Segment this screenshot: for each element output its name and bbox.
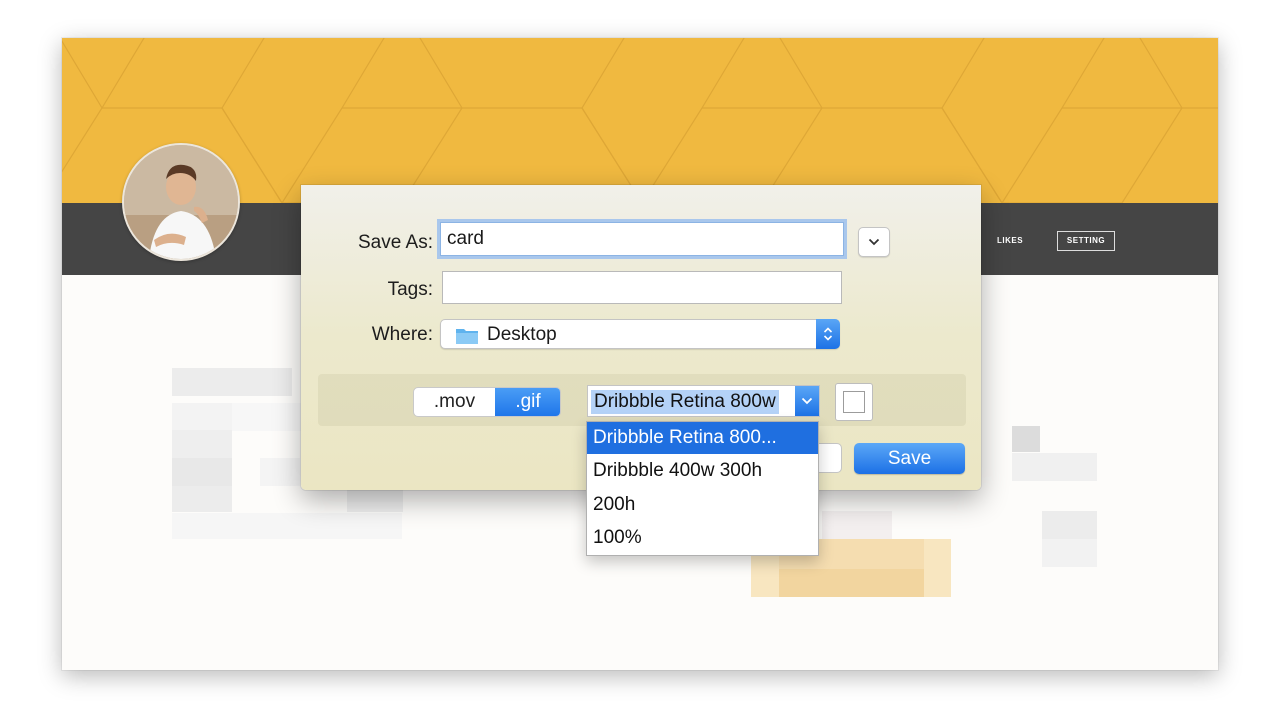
preset-dropdown-menu: Dribbble Retina 800... Dribbble 400w 300…	[586, 421, 819, 556]
folder-icon	[455, 327, 479, 350]
chevron-down-icon	[795, 386, 819, 416]
nav-likes-link[interactable]: LIKES	[997, 236, 1023, 245]
expand-dialog-button[interactable]	[858, 227, 890, 257]
save-as-label: Save As:	[358, 232, 433, 253]
format-mov-segment[interactable]: .mov	[414, 388, 495, 416]
format-segmented-control: .mov .gif	[413, 387, 561, 417]
save-button[interactable]: Save	[854, 443, 965, 474]
tags-label: Tags:	[387, 279, 433, 300]
nav-setting-button[interactable]: SETTING	[1057, 231, 1115, 251]
where-popup[interactable]: Desktop	[440, 319, 840, 349]
preset-menu-item[interactable]: 200h	[587, 489, 818, 521]
preset-dropdown[interactable]: Dribbble Retina 800w	[587, 385, 820, 417]
save-as-input[interactable]	[440, 222, 844, 256]
preset-menu-item[interactable]: Dribbble Retina 800...	[587, 422, 818, 454]
preset-selected-value: Dribbble Retina 800w	[591, 390, 779, 414]
format-gif-segment[interactable]: .gif	[495, 388, 560, 416]
avatar-photo	[124, 145, 238, 259]
chevron-down-icon	[868, 238, 880, 246]
updown-arrows-icon	[816, 319, 840, 349]
tags-input[interactable]	[442, 271, 842, 304]
profile-avatar[interactable]	[122, 143, 240, 261]
preset-menu-item[interactable]: 100%	[587, 522, 818, 554]
preset-menu-item[interactable]: Dribbble 400w 300h	[587, 455, 818, 487]
checkbox-box	[843, 391, 865, 413]
where-label: Where:	[371, 324, 433, 345]
where-value: Desktop	[487, 324, 557, 345]
option-checkbox[interactable]	[835, 383, 873, 421]
